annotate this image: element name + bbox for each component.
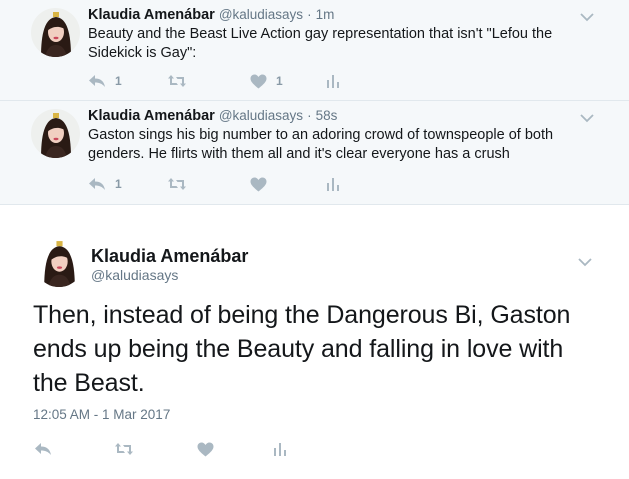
tweet-header: Klaudia Amenábar @kaludiasays · 1m	[88, 7, 334, 23]
like-count: 1	[276, 74, 283, 88]
analytics-icon	[326, 177, 340, 191]
separator: ·	[307, 108, 312, 123]
tweet-header: Klaudia Amenábar @kaludiasays · 58s	[88, 108, 337, 124]
avatar[interactable]	[31, 109, 80, 158]
reply-icon	[88, 74, 106, 88]
author-name[interactable]: Klaudia Amenábar	[88, 7, 215, 23]
timestamp[interactable]: 1m	[316, 7, 335, 22]
reply-button[interactable]: 1	[88, 72, 122, 90]
retweet-icon	[167, 74, 187, 88]
like-button[interactable]: 1	[250, 72, 283, 90]
reply-button[interactable]: 1	[88, 175, 122, 193]
timestamp[interactable]: 58s	[316, 108, 338, 123]
retweet-icon	[114, 442, 134, 456]
author-handle[interactable]: @kaludiasays	[91, 267, 178, 283]
tweet-date[interactable]: 12:05 AM - 1 Mar 2017	[33, 407, 170, 422]
tweet-text: Then, instead of being the Dangerous Bi,…	[33, 301, 571, 397]
analytics-icon	[326, 74, 340, 88]
heart-icon	[197, 442, 214, 457]
reply-count: 1	[115, 177, 122, 191]
reply-count: 1	[115, 74, 122, 88]
analytics-icon	[273, 442, 287, 456]
chevron-down-icon[interactable]	[577, 255, 593, 267]
retweet-button[interactable]	[167, 175, 196, 193]
analytics-button[interactable]	[326, 175, 340, 193]
thread-tweet[interactable]: Klaudia Amenábar @kaludiasays · 58s Gast…	[0, 101, 629, 205]
chevron-down-icon[interactable]	[579, 10, 595, 22]
avatar[interactable]	[31, 8, 80, 57]
chevron-down-icon[interactable]	[579, 111, 595, 123]
thread-tweet[interactable]: Klaudia Amenábar @kaludiasays · 1m Beaut…	[0, 0, 629, 101]
author-name[interactable]: Klaudia Amenábar	[91, 246, 248, 267]
reply-icon	[34, 442, 52, 456]
tweet-text: Beauty and the Beast Live Action gay rep…	[88, 26, 553, 61]
author-handle[interactable]: @kaludiasays	[219, 108, 303, 123]
reply-icon	[88, 177, 106, 191]
heart-icon	[250, 74, 267, 89]
retweet-icon	[167, 177, 187, 191]
heart-icon	[250, 177, 267, 192]
avatar[interactable]	[34, 237, 84, 287]
author-handle[interactable]: @kaludiasays	[219, 7, 303, 22]
tweet-actions: 1	[88, 175, 388, 193]
author-name[interactable]: Klaudia Amenábar	[88, 108, 215, 124]
analytics-button[interactable]	[326, 72, 340, 90]
like-button[interactable]	[197, 440, 214, 458]
like-button[interactable]	[250, 175, 276, 193]
tweet-actions: 1 1	[88, 72, 388, 90]
retweet-button[interactable]	[114, 440, 134, 458]
tweet-actions	[34, 440, 334, 458]
reply-button[interactable]	[34, 440, 52, 458]
retweet-button[interactable]	[167, 72, 196, 90]
main-tweet: Klaudia Amenábar @kaludiasays Then, inst…	[0, 206, 629, 479]
analytics-button[interactable]	[273, 440, 287, 458]
separator: ·	[307, 7, 312, 22]
tweet-text: Gaston sings his big number to an adorin…	[88, 127, 554, 162]
